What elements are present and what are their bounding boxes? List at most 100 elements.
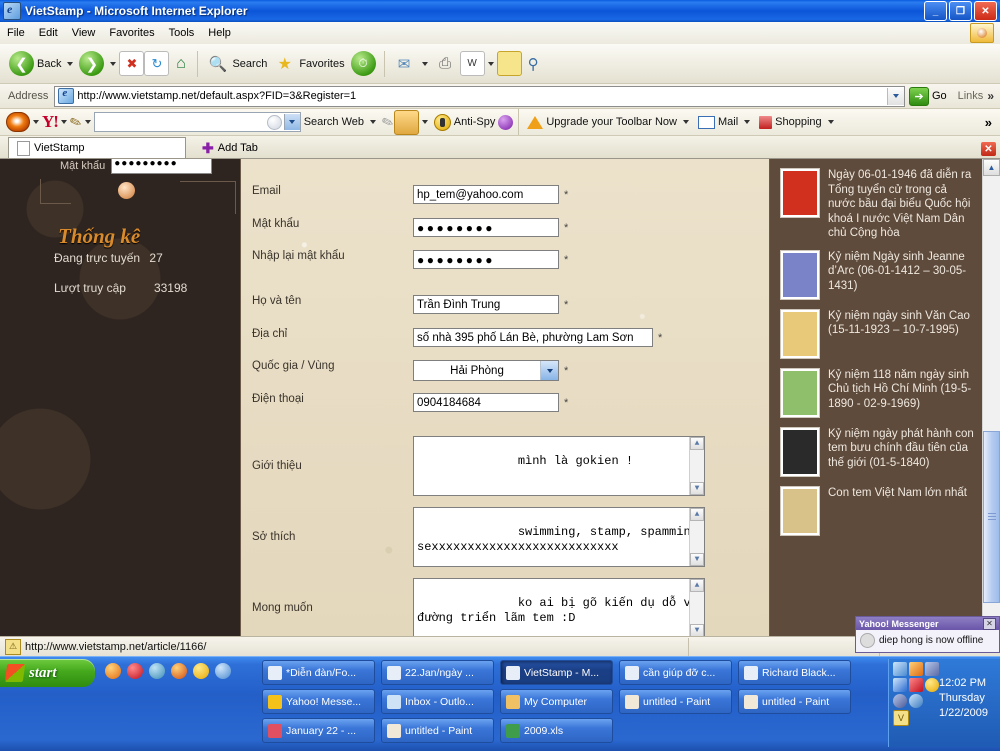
links-more-icon[interactable]: » bbox=[987, 89, 1000, 103]
yahoo-messenger-icon[interactable] bbox=[193, 663, 209, 679]
news-item[interactable]: Kỷ niệm ngày sinh Văn Cao (15-11-1923 – … bbox=[770, 306, 983, 365]
taskbar-button[interactable]: 2009.xls bbox=[500, 718, 613, 743]
popup-blocker-icon[interactable] bbox=[393, 109, 419, 135]
shopping-button[interactable]: Shopping bbox=[756, 115, 840, 129]
taskbar-button[interactable]: Yahoo! Messe... bbox=[262, 689, 375, 714]
scroll-down-icon[interactable]: ▼ bbox=[690, 553, 704, 566]
volume-icon[interactable] bbox=[893, 694, 907, 708]
tab-vietstamp[interactable]: VietStamp bbox=[8, 137, 186, 158]
links-label[interactable]: Links bbox=[954, 90, 988, 102]
menu-tools[interactable]: Tools bbox=[162, 25, 202, 41]
stamp-thumbnail-icon[interactable] bbox=[780, 308, 820, 359]
textarea-wish[interactable]: ko ai bị gõ kiến dụ dỗ vào con đường tri… bbox=[413, 578, 705, 636]
select-country[interactable]: Hải Phòng bbox=[413, 360, 559, 381]
forward-dropdown-icon[interactable] bbox=[110, 61, 117, 66]
taskbar-button[interactable]: Richard Black... bbox=[738, 660, 851, 685]
back-dropdown-icon[interactable] bbox=[67, 61, 74, 66]
tab-close-button[interactable]: ✕ bbox=[981, 142, 996, 156]
realplayer-icon[interactable] bbox=[171, 663, 187, 679]
textarea-scrollbar[interactable]: ▲ ▼ bbox=[689, 579, 704, 636]
address-dropdown-icon[interactable] bbox=[886, 87, 904, 105]
history-button[interactable]: ⏱ bbox=[348, 48, 379, 80]
taskbar-button[interactable]: cần giúp đỡ c... bbox=[619, 660, 732, 685]
scroll-down-icon[interactable]: ▼ bbox=[690, 624, 704, 636]
textarea-intro[interactable]: mình là gokien ! ▲ ▼ bbox=[413, 436, 705, 496]
scroll-down-icon[interactable]: ▼ bbox=[690, 482, 704, 495]
maximize-button[interactable]: ❐ bbox=[949, 1, 972, 21]
yahoo-logo-icon[interactable]: Y! bbox=[42, 112, 59, 132]
stamp-thumbnail-icon[interactable] bbox=[780, 426, 820, 477]
taskbar-button[interactable]: untitled - Paint bbox=[619, 689, 732, 714]
input-password-confirm[interactable]: ●●●●●●●● bbox=[413, 250, 559, 269]
research-icon[interactable]: ⚲ bbox=[522, 52, 545, 75]
scroll-up-icon[interactable]: ▲ bbox=[690, 437, 704, 450]
yahoo-logo-dropdown-icon[interactable] bbox=[60, 120, 67, 124]
input-fullname[interactable]: Trần Đình Trung bbox=[413, 295, 559, 314]
clock[interactable]: 12:02 PM Thursday 1/22/2009 bbox=[939, 662, 1000, 747]
toast-body[interactable]: diep hong is now offline bbox=[856, 630, 999, 651]
internet-explorer-icon[interactable] bbox=[215, 663, 231, 679]
yahoo-tray-icon[interactable] bbox=[925, 678, 939, 692]
taskbar-button[interactable]: 22.Jan/ngày ... bbox=[381, 660, 494, 685]
yahoo-search-dropdown-icon[interactable] bbox=[283, 114, 300, 130]
menu-favorites[interactable]: Favorites bbox=[102, 25, 161, 41]
yahoo-eye-icon[interactable] bbox=[6, 112, 30, 132]
forward-button[interactable]: ❯ bbox=[76, 48, 107, 80]
yahoo-eye-dropdown-icon[interactable] bbox=[33, 120, 39, 124]
unikey-icon[interactable]: V bbox=[893, 710, 909, 726]
minimize-button[interactable]: _ bbox=[924, 1, 947, 21]
antivirus-icon[interactable] bbox=[909, 678, 923, 692]
network-icon[interactable] bbox=[893, 662, 907, 676]
yahoo-toolbar-overflow-icon[interactable]: » bbox=[985, 115, 992, 130]
refresh-icon[interactable]: ↻ bbox=[144, 51, 170, 76]
popup-blocker-dropdown-icon[interactable] bbox=[421, 120, 428, 124]
opera-icon[interactable] bbox=[127, 663, 143, 679]
yahoo-search-input[interactable] bbox=[93, 112, 301, 132]
media-player-icon[interactable] bbox=[149, 663, 165, 679]
news-item[interactable]: Ngày 06-01-1946 đã diễn ra Tổng tuyển cử… bbox=[770, 165, 983, 247]
edit-word-icon[interactable]: W bbox=[459, 51, 485, 76]
search-web-button[interactable]: Search Web bbox=[301, 116, 382, 128]
input-phone[interactable]: 0904184684 bbox=[413, 393, 559, 412]
input-address[interactable]: số nhà 395 phố Lán Bè, phường Lam Sơn bbox=[413, 328, 653, 347]
textarea-scrollbar[interactable]: ▲ ▼ bbox=[689, 437, 704, 495]
highlighter-icon[interactable]: ✎ bbox=[67, 112, 84, 132]
updates-icon[interactable] bbox=[909, 694, 923, 708]
mail-notify-icon[interactable] bbox=[909, 662, 923, 676]
news-item[interactable]: Con tem Việt Nam lớn nhất bbox=[770, 483, 983, 542]
taskbar-button[interactable]: untitled - Paint bbox=[381, 718, 494, 743]
users-icon[interactable] bbox=[893, 678, 907, 692]
page-scrollbar[interactable]: ▲ bbox=[982, 159, 1000, 636]
back-button[interactable]: ❮ Back bbox=[6, 48, 64, 80]
news-item[interactable]: Kỷ niệm 118 năm ngày sinh Chủ tịch Hồ Ch… bbox=[770, 365, 983, 424]
input-password[interactable]: ●●●●●●●● bbox=[413, 218, 559, 237]
yahoo-mail-button[interactable]: Mail bbox=[695, 115, 756, 129]
favorites-button[interactable]: ★ Favorites bbox=[270, 48, 347, 80]
search-button[interactable]: 🔍 Search bbox=[203, 48, 270, 80]
menu-help[interactable]: Help bbox=[201, 25, 238, 41]
edit-dropdown-icon[interactable] bbox=[487, 61, 494, 66]
login-password-input[interactable]: ●●●●●●●●● bbox=[111, 159, 213, 174]
scroll-up-icon[interactable]: ▲ bbox=[983, 159, 1000, 176]
stop-icon[interactable]: ✖ bbox=[119, 51, 145, 76]
taskbar-button[interactable]: VietStamp - M... bbox=[500, 660, 613, 685]
highlighter-dropdown-icon[interactable] bbox=[84, 120, 91, 124]
taskbar-button[interactable]: *Diễn đàn/Fo... bbox=[262, 660, 375, 685]
add-tab-button[interactable]: ✚ Add Tab bbox=[196, 138, 264, 158]
stamp-thumbnail-icon[interactable] bbox=[780, 168, 820, 218]
start-button[interactable]: start bbox=[0, 659, 95, 687]
print-button[interactable]: ⎙ bbox=[431, 48, 460, 80]
news-item[interactable]: Kỷ niệm ngày phát hành con tem bưu chính… bbox=[770, 424, 983, 483]
close-button[interactable]: ✕ bbox=[974, 1, 997, 21]
mail-button[interactable]: ✉ bbox=[390, 48, 419, 80]
taskbar-button[interactable]: January 22 - ... bbox=[262, 718, 375, 743]
menu-file[interactable]: File bbox=[0, 25, 32, 41]
toast-close-button[interactable]: ✕ bbox=[983, 617, 996, 630]
news-item[interactable]: Kỷ niệm Ngày sinh Jeanne d’Arc (06-01-14… bbox=[770, 247, 983, 306]
stamp-thumbnail-icon[interactable] bbox=[780, 249, 820, 300]
taskbar-button[interactable]: My Computer bbox=[500, 689, 613, 714]
stamp-thumbnail-icon[interactable] bbox=[780, 485, 820, 536]
firefox-icon[interactable] bbox=[105, 663, 121, 679]
upgrade-toolbar-button[interactable]: Upgrade your Toolbar Now bbox=[524, 115, 695, 129]
scroll-up-icon[interactable]: ▲ bbox=[690, 579, 704, 592]
